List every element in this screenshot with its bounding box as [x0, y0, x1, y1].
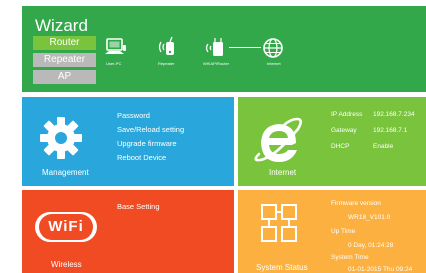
system-time-label: System Time — [331, 254, 369, 261]
ip-address-label: IP Address — [331, 111, 363, 118]
wizard-title: Wizard — [35, 16, 88, 35]
management-label: Management — [42, 168, 89, 177]
wifi-logo: WiFi — [35, 212, 97, 242]
firmware-version-value: WR18_V101.0 — [348, 214, 391, 221]
firmware-version-label: Firmware version — [331, 200, 381, 207]
wireless-tile[interactable]: WiFi Wireless Base Setting — [22, 190, 234, 273]
base-setting-link[interactable]: Base Setting — [117, 202, 160, 211]
system-status-label: System Status — [256, 263, 308, 272]
upgrade-firmware-link[interactable]: Upgrade firmware — [117, 139, 177, 148]
mode-repeater-button[interactable]: Repeater — [33, 53, 96, 67]
up-time-label: Up Time — [331, 228, 356, 235]
management-tile[interactable]: Management Password Save/Reload setting … — [22, 97, 234, 186]
save-reload-link[interactable]: Save/Reload setting — [117, 125, 184, 134]
internet-tile[interactable]: Internet IP Address 192.168.7.234 Gatewa… — [238, 97, 426, 186]
wifi-logo-text: WiFi — [48, 218, 84, 235]
internet-globe-icon — [263, 38, 283, 58]
gateway-value: 192.168.7.1 — [373, 127, 408, 134]
gear-icon — [40, 117, 82, 159]
reboot-device-link[interactable]: Reboot Device — [117, 153, 166, 162]
dhcp-label: DHCP — [331, 143, 350, 150]
internet-tile-label: Internet — [269, 168, 297, 177]
wizard-panel: Wizard Router Repeater AP User-PC Repeat… — [22, 6, 426, 92]
gateway-label: Gateway — [331, 127, 357, 134]
wifi-router-icon — [205, 38, 223, 56]
system-status-tile[interactable]: System Status Firmware version WR18_V101… — [238, 190, 426, 273]
password-link[interactable]: Password — [117, 111, 150, 120]
up-time-value: 0 Day, 01:24:28 — [348, 242, 394, 249]
user-pc-icon — [105, 38, 126, 54]
dhcp-value: Enable — [373, 143, 394, 150]
internet-explorer-icon — [254, 117, 303, 162]
mode-router-button[interactable]: Router — [33, 36, 96, 50]
system-time-value: 01-01-2015 Thu 09:24 — [348, 266, 413, 273]
repeater-icon — [158, 36, 174, 55]
repeater-label: Repeater — [158, 61, 175, 66]
wireless-label: Wireless — [51, 260, 82, 269]
mode-ap-button[interactable]: AP — [33, 70, 96, 84]
connection-line — [229, 47, 261, 48]
user-pc-label: User-PC — [106, 61, 122, 66]
ip-address-value: 192.168.7.234 — [373, 111, 415, 118]
internet-label: Internet — [267, 61, 281, 66]
system-status-icon — [261, 204, 297, 242]
wifi-router-label: Wifi AP/Router — [203, 61, 230, 66]
